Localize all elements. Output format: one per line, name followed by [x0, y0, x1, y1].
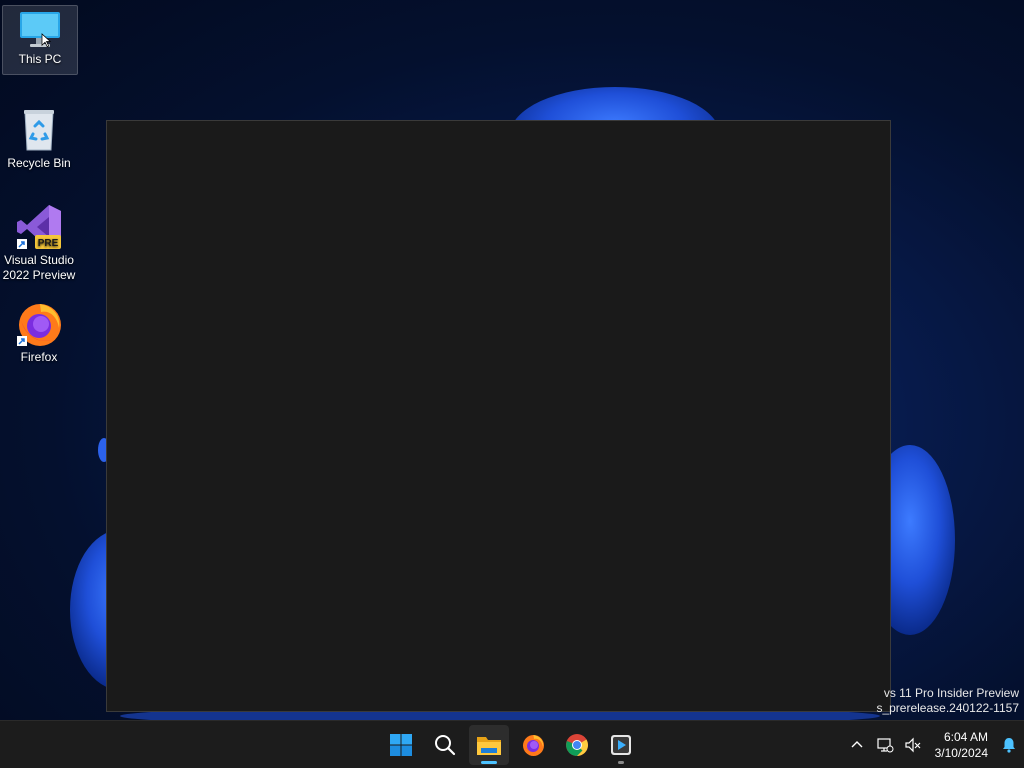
desktop-icon-label: Visual Studio 2022 Preview: [2, 253, 76, 282]
show-hidden-icons-button[interactable]: [843, 725, 871, 765]
firefox-icon: [15, 300, 63, 348]
desktop-icon-this-pc[interactable]: This PC: [2, 5, 78, 75]
desktop-icon-label: Firefox: [20, 350, 58, 364]
volume-muted-icon: [905, 737, 921, 752]
monitor-icon: [16, 6, 64, 50]
notifications-button[interactable]: [994, 725, 1024, 765]
windows-start-icon: [390, 734, 412, 756]
clock[interactable]: 6:04 AM 3/10/2024: [927, 729, 994, 761]
file-explorer-icon: [477, 737, 501, 755]
visual-studio-icon: PRE: [15, 203, 63, 251]
network-icon: [877, 737, 894, 752]
search-icon: [435, 735, 456, 756]
firefox-taskbar-button[interactable]: [513, 725, 553, 765]
running-indicator: [618, 761, 624, 764]
watermark-line-1: vs 11 Pro Insider Preview: [883, 686, 1019, 700]
chrome-icon: [566, 734, 588, 756]
desktop-icon-firefox[interactable]: Firefox: [2, 300, 76, 365]
bell-icon: [1003, 737, 1015, 753]
desktop-icon-label: This PC: [18, 52, 62, 66]
watermark-line-2: s_prerelease.240122-1157: [876, 701, 1019, 715]
network-button[interactable]: [871, 725, 899, 765]
pre-badge-text: PRE: [38, 238, 59, 249]
clock-time: 6:04 AM: [943, 729, 988, 744]
desktop-icon-visual-studio[interactable]: PRE Visual Studio 2022 Preview: [2, 203, 76, 283]
recycle-bin-icon: [15, 106, 63, 154]
chrome-taskbar-button[interactable]: [557, 725, 597, 765]
start-button[interactable]: [381, 725, 421, 765]
volume-button[interactable]: [899, 725, 927, 765]
active-indicator: [481, 761, 497, 764]
desktop-icon-label: Recycle Bin: [7, 156, 71, 170]
chevron-up-icon: [851, 740, 863, 747]
file-explorer-button[interactable]: [469, 725, 509, 765]
system-tray: 6:04 AM 3/10/2024: [843, 721, 1024, 768]
search-button[interactable]: [425, 725, 465, 765]
media-player-icon: [611, 735, 631, 755]
app-window[interactable]: [106, 120, 891, 712]
firefox-icon: [523, 735, 544, 756]
insider-watermark: vs 11 Pro Insider Preview s_prerelease.2…: [876, 686, 1019, 716]
media-player-taskbar-button[interactable]: [601, 725, 641, 765]
taskbar: 6:04 AM 3/10/2024: [0, 720, 1024, 768]
desktop-icon-recycle-bin[interactable]: Recycle Bin: [2, 106, 76, 171]
clock-date: 3/10/2024: [934, 745, 988, 760]
taskbar-apps: [381, 725, 641, 765]
